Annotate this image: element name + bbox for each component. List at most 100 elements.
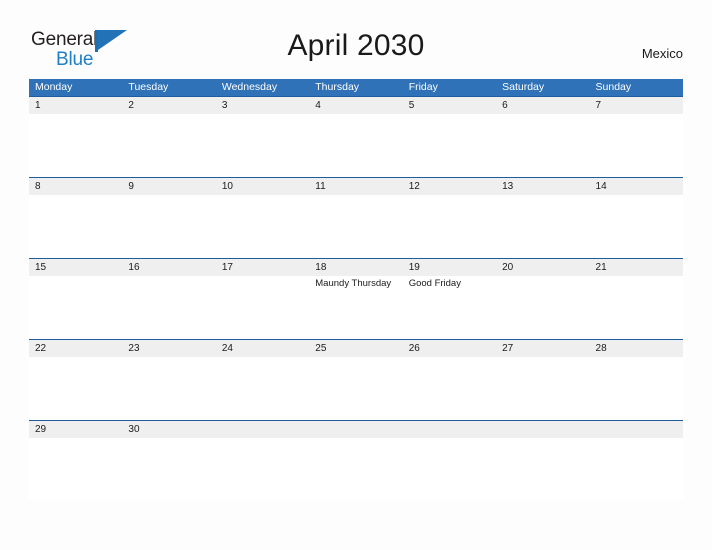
weekday-header-wednesday: Wednesday xyxy=(221,81,278,93)
weekday-header-row: Monday Tuesday Wednesday Thursday Friday… xyxy=(29,79,683,96)
calendar-week-row: 1 2 3 4 5 6 7 xyxy=(29,96,683,177)
event-label: Good Friday xyxy=(408,278,461,289)
day-number[interactable]: 4 xyxy=(309,97,402,114)
page-title: April 2030 xyxy=(287,29,425,62)
week-event-band xyxy=(29,114,683,177)
day-cell[interactable] xyxy=(403,195,496,258)
day-cell[interactable] xyxy=(496,195,589,258)
week-date-band: 8 9 10 11 12 13 14 xyxy=(29,177,683,195)
day-number[interactable]: 9 xyxy=(122,178,215,195)
week-event-band xyxy=(29,195,683,258)
day-number[interactable]: 15 xyxy=(29,259,122,276)
weekday-header-thursday: Thursday xyxy=(315,81,360,93)
day-cell[interactable] xyxy=(122,438,215,501)
week-date-band: 22 23 24 25 26 27 28 xyxy=(29,339,683,357)
day-number[interactable]: 20 xyxy=(496,259,589,276)
day-number[interactable]: 7 xyxy=(590,97,683,114)
day-cell[interactable] xyxy=(216,195,309,258)
day-cell[interactable] xyxy=(403,357,496,420)
week-date-band: 1 2 3 4 5 6 7 xyxy=(29,96,683,114)
day-number[interactable]: 12 xyxy=(403,178,496,195)
day-number[interactable]: 6 xyxy=(496,97,589,114)
calendar-week-row: 8 9 10 11 12 13 14 xyxy=(29,177,683,258)
calendar-week-row: 29 30 xyxy=(29,420,683,501)
day-cell[interactable] xyxy=(29,357,122,420)
day-cell xyxy=(496,438,589,501)
day-cell[interactable] xyxy=(496,357,589,420)
day-cell xyxy=(216,438,309,501)
day-cell[interactable] xyxy=(216,276,309,339)
day-number[interactable]: 27 xyxy=(496,340,589,357)
calendar-week-row: 22 23 24 25 26 27 28 xyxy=(29,339,683,420)
day-cell[interactable]: Maundy Thursday xyxy=(309,276,402,339)
day-number[interactable]: 10 xyxy=(216,178,309,195)
weekday-header-tuesday: Tuesday xyxy=(128,81,169,93)
day-cell[interactable] xyxy=(29,114,122,177)
day-number[interactable]: 3 xyxy=(216,97,309,114)
page-header: General Blue April 2030 Mexico xyxy=(0,0,712,79)
week-date-band: 15 16 17 18 19 20 21 xyxy=(29,258,683,276)
day-number[interactable]: 19 xyxy=(403,259,496,276)
day-cell xyxy=(590,438,683,501)
day-number[interactable]: 1 xyxy=(29,97,122,114)
day-number[interactable]: 23 xyxy=(122,340,215,357)
day-cell[interactable] xyxy=(122,276,215,339)
weekday-header-friday: Friday xyxy=(408,81,438,93)
day-number xyxy=(216,421,309,438)
day-number[interactable]: 18 xyxy=(309,259,402,276)
day-number xyxy=(403,421,496,438)
event-label: Maundy Thursday xyxy=(315,278,392,289)
day-number[interactable]: 25 xyxy=(309,340,402,357)
day-cell[interactable] xyxy=(216,114,309,177)
day-cell xyxy=(309,438,402,501)
day-number[interactable]: 17 xyxy=(216,259,309,276)
day-cell[interactable] xyxy=(29,438,122,501)
day-number[interactable]: 13 xyxy=(496,178,589,195)
day-cell[interactable] xyxy=(122,114,215,177)
day-number[interactable]: 8 xyxy=(29,178,122,195)
week-event-band: Maundy Thursday Good Friday xyxy=(29,276,683,339)
day-number[interactable]: 22 xyxy=(29,340,122,357)
day-cell[interactable] xyxy=(216,357,309,420)
day-number xyxy=(590,421,683,438)
week-event-band xyxy=(29,438,683,501)
day-number[interactable]: 16 xyxy=(122,259,215,276)
day-cell xyxy=(403,438,496,501)
day-number[interactable]: 21 xyxy=(590,259,683,276)
day-number[interactable]: 26 xyxy=(403,340,496,357)
day-cell[interactable] xyxy=(403,114,496,177)
calendar-grid: Monday Tuesday Wednesday Thursday Friday… xyxy=(29,79,683,501)
day-cell[interactable] xyxy=(29,195,122,258)
day-number[interactable]: 5 xyxy=(403,97,496,114)
day-cell[interactable] xyxy=(496,276,589,339)
day-number xyxy=(309,421,402,438)
day-number[interactable]: 2 xyxy=(122,97,215,114)
day-cell[interactable]: Good Friday xyxy=(403,276,496,339)
day-cell[interactable] xyxy=(309,357,402,420)
day-cell[interactable] xyxy=(309,114,402,177)
day-cell[interactable] xyxy=(122,357,215,420)
weekday-header-sunday: Sunday xyxy=(595,81,632,93)
day-cell[interactable] xyxy=(590,357,683,420)
day-number[interactable]: 24 xyxy=(216,340,309,357)
week-date-band: 29 30 xyxy=(29,420,683,438)
day-cell[interactable] xyxy=(309,195,402,258)
day-cell[interactable] xyxy=(590,276,683,339)
day-cell[interactable] xyxy=(590,195,683,258)
day-cell[interactable] xyxy=(29,276,122,339)
day-number[interactable]: 29 xyxy=(29,421,122,438)
day-number[interactable]: 28 xyxy=(590,340,683,357)
country-label: Mexico xyxy=(641,46,683,61)
day-cell[interactable] xyxy=(496,114,589,177)
weekday-header-monday: Monday xyxy=(35,81,73,93)
day-cell[interactable] xyxy=(590,114,683,177)
day-number[interactable]: 30 xyxy=(122,421,215,438)
day-number[interactable]: 14 xyxy=(590,178,683,195)
day-number[interactable]: 11 xyxy=(309,178,402,195)
weekday-header-saturday: Saturday xyxy=(502,81,545,93)
day-cell[interactable] xyxy=(122,195,215,258)
day-number xyxy=(496,421,589,438)
calendar-week-row: 15 16 17 18 19 20 21 Maundy Thursday Goo… xyxy=(29,258,683,339)
calendar-page: General Blue April 2030 Mexico Monday Tu… xyxy=(0,0,712,550)
week-event-band xyxy=(29,357,683,420)
